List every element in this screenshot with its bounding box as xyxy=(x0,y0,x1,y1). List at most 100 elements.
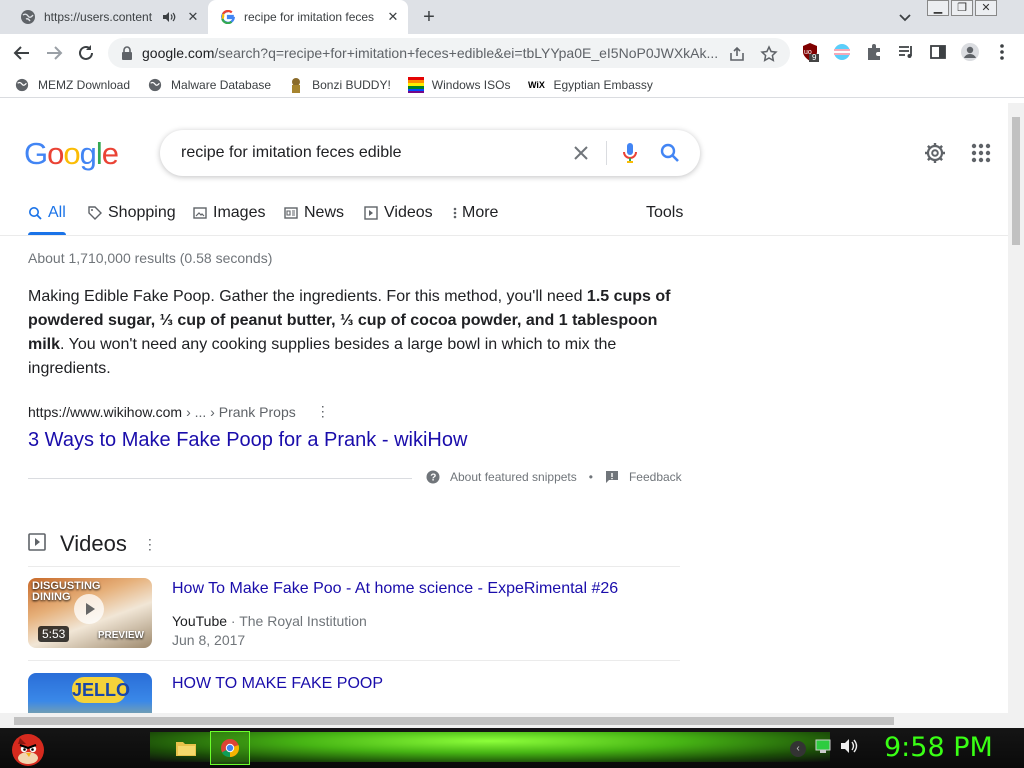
videos-heading: Videos xyxy=(60,531,127,556)
tab-label: News xyxy=(304,204,345,221)
tab-search-icon[interactable] xyxy=(896,8,914,26)
video-source: YouTube · The Royal Institution xyxy=(172,613,367,629)
tab-users-content[interactable]: https://users.content ✕ xyxy=(8,0,208,34)
globe-icon xyxy=(147,77,163,93)
tab-videos[interactable]: Videos xyxy=(364,204,433,222)
bonzi-icon xyxy=(288,77,304,93)
bookmark-label: Malware Database xyxy=(171,77,272,92)
bookmark-malware-database[interactable]: Malware Database xyxy=(147,77,271,93)
result-stats: About 1,710,000 results (0.58 seconds) xyxy=(28,250,273,266)
more-vertical-icon[interactable]: ⋮ xyxy=(143,536,157,553)
new-tab-button[interactable]: + xyxy=(418,6,440,28)
bookmark-windows-isos[interactable]: Windows ISOs xyxy=(407,76,510,93)
address-bar[interactable]: google.com/search?q=recipe+for+imitation… xyxy=(108,38,790,68)
google-logo[interactable]: Google xyxy=(24,136,119,172)
clear-icon[interactable] xyxy=(570,142,592,164)
tab-title: recipe for imitation feces xyxy=(244,10,375,24)
taskbar-glow xyxy=(150,732,830,762)
feedback-link[interactable]: Feedback xyxy=(629,470,682,484)
volume-icon[interactable] xyxy=(840,738,858,759)
ublock-icon[interactable]: uo 9 xyxy=(800,42,820,62)
tab-more[interactable]: More xyxy=(452,204,498,222)
share-icon[interactable] xyxy=(728,45,746,63)
vertical-scrollbar[interactable] xyxy=(1008,103,1024,713)
maximize-button[interactable]: ❐ xyxy=(951,0,973,16)
tools-button[interactable]: Tools xyxy=(646,204,683,222)
video-thumbnail[interactable]: DISGUSTING DINING 5:53 PREVIEW xyxy=(28,578,152,648)
more-vertical-icon[interactable]: ⋮ xyxy=(316,403,330,420)
search-box[interactable]: recipe for imitation feces edible xyxy=(160,130,700,176)
close-window-button[interactable]: ✕ xyxy=(975,0,997,16)
tab-strip: https://users.content ✕ recipe for imita… xyxy=(0,0,1024,34)
play-box-icon xyxy=(364,206,378,220)
horizontal-scrollbar[interactable] xyxy=(0,713,1008,728)
minimize-button[interactable]: ▁ xyxy=(927,0,949,16)
tab-news[interactable]: News xyxy=(284,204,344,222)
side-panel-icon[interactable] xyxy=(928,42,948,62)
gear-icon[interactable] xyxy=(923,141,947,165)
media-control-icon[interactable] xyxy=(896,42,916,62)
bookmark-memz-download[interactable]: MEMZ Download xyxy=(14,77,130,93)
bookmark-label: Bonzi BUDDY! xyxy=(312,77,391,92)
play-box-icon xyxy=(28,532,46,556)
video-result[interactable]: JELLO HOW TO MAKE FAKE POOP xyxy=(28,673,680,713)
close-tab-icon[interactable]: ✕ xyxy=(384,8,402,26)
network-icon[interactable] xyxy=(814,738,832,759)
chrome-taskbar-icon[interactable] xyxy=(210,731,250,765)
file-explorer-icon[interactable] xyxy=(166,731,206,765)
about-featured-snippets-link[interactable]: About featured snippets xyxy=(450,470,577,484)
taskbar-clock[interactable]: 9:58 PM xyxy=(884,732,993,763)
tab-shopping[interactable]: Shopping xyxy=(88,204,176,222)
profile-icon[interactable] xyxy=(960,42,980,62)
separator-dot: • xyxy=(588,470,593,484)
bookmark-egyptian-embassy[interactable]: WiX Egyptian Embassy xyxy=(527,77,653,93)
apps-grid-icon[interactable] xyxy=(969,141,993,165)
featured-result-link[interactable]: 3 Ways to Make Fake Poop for a Prank - w… xyxy=(28,429,467,452)
scrollbar-thumb[interactable] xyxy=(14,717,894,725)
star-icon[interactable] xyxy=(760,45,778,63)
tab-all[interactable]: All xyxy=(28,204,66,222)
tab-label: Images xyxy=(213,204,266,221)
video-duration: 5:53 xyxy=(38,626,70,642)
tab-google-search[interactable]: recipe for imitation feces ✕ xyxy=(208,0,408,34)
globe-icon xyxy=(20,9,36,25)
tab-label: All xyxy=(48,204,66,221)
scrollbar-thumb[interactable] xyxy=(1012,117,1020,245)
lock-icon[interactable] xyxy=(112,46,142,60)
tag-icon xyxy=(88,206,102,220)
reload-icon[interactable] xyxy=(74,41,98,65)
video-title-link[interactable]: How To Make Fake Poo - At home science -… xyxy=(172,580,618,598)
bookmark-label: MEMZ Download xyxy=(38,77,131,92)
start-button-angry-bird-icon[interactable] xyxy=(6,728,50,768)
windows-flag-icon xyxy=(407,76,424,93)
microphone-icon[interactable] xyxy=(619,142,641,164)
tab-label: Shopping xyxy=(108,204,176,221)
speaker-icon[interactable] xyxy=(160,8,178,26)
more-vertical-icon xyxy=(452,206,458,220)
video-title-link[interactable]: HOW TO MAKE FAKE POOP xyxy=(172,675,383,693)
tools-label: Tools xyxy=(646,204,684,221)
feedback-icon xyxy=(605,470,619,484)
extensions-puzzle-icon[interactable] xyxy=(864,42,884,62)
globe-icon xyxy=(14,77,30,93)
search-query[interactable]: recipe for imitation feces edible xyxy=(181,144,402,162)
tab-images[interactable]: Images xyxy=(193,204,265,222)
video-result[interactable]: DISGUSTING DINING 5:53 PREVIEW How To Mak… xyxy=(28,578,680,648)
bookmark-bonzi-buddy[interactable]: Bonzi BUDDY! xyxy=(288,77,391,93)
search-icon[interactable] xyxy=(659,142,681,164)
video-thumbnail[interactable]: JELLO xyxy=(28,673,152,713)
video-date: Jun 8, 2017 xyxy=(172,632,246,648)
tray-chevron-icon[interactable]: ‹ xyxy=(790,740,806,757)
browser-menu-icon[interactable] xyxy=(992,42,1012,62)
search-icon xyxy=(28,206,42,220)
cite-host: https://www.wikihow.com xyxy=(28,403,183,420)
extension-stripes-icon[interactable] xyxy=(832,42,852,62)
close-tab-icon[interactable]: ✕ xyxy=(184,8,202,26)
back-icon[interactable] xyxy=(10,41,34,65)
taskbar: ‹ 9:58 PM xyxy=(0,728,1024,768)
tab-label: Videos xyxy=(384,204,433,221)
divider xyxy=(0,235,1008,236)
bookmark-label: Egyptian Embassy xyxy=(553,77,653,92)
forward-icon[interactable] xyxy=(42,41,66,65)
news-icon xyxy=(284,206,298,220)
